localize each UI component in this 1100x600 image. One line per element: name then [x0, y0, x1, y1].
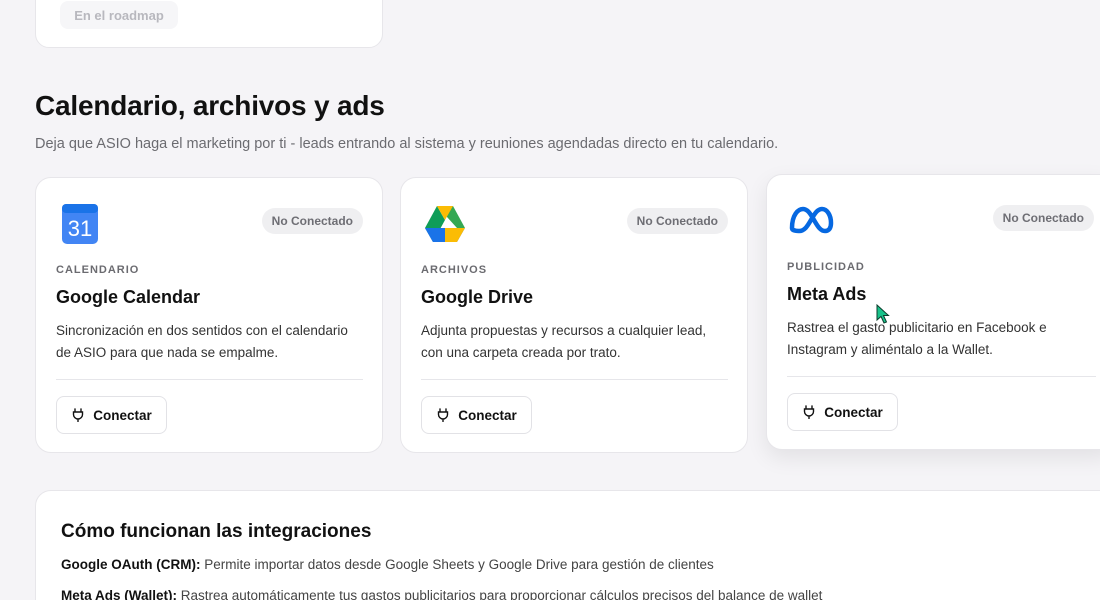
roadmap-card: En el roadmap — [35, 0, 383, 48]
section-title: Calendario, archivos y ads — [35, 90, 385, 121]
status-badge: No Conectado — [992, 205, 1094, 231]
info-line-google-oauth: Google OAuth (CRM): Permite importar dat… — [61, 557, 714, 572]
card-title: Meta Ads — [787, 284, 867, 304]
connect-google-calendar-button[interactable]: Conectar — [56, 396, 167, 434]
card-description: Rastrea el gasto publicitario en Faceboo… — [787, 320, 1047, 357]
integrations-info-card: Cómo funcionan las integraciones Google … — [35, 490, 1100, 600]
info-line-text: Permite importar datos desde Google Shee… — [200, 557, 714, 572]
connect-label: Conectar — [93, 407, 152, 423]
card-title: Google Calendar — [56, 287, 201, 307]
connect-meta-ads-button[interactable]: Conectar — [787, 393, 898, 431]
integration-card-google-calendar: 31 No Conectado CALENDARIO Google Calend… — [35, 177, 383, 453]
info-line-text: Rastrea automáticamente tus gastos publi… — [177, 588, 823, 600]
card-category: ARCHIVOS — [421, 264, 488, 276]
plug-icon — [804, 405, 815, 419]
connect-google-drive-button[interactable]: Conectar — [421, 396, 532, 434]
info-title: Cómo funcionan las integraciones — [61, 521, 372, 542]
google-calendar-icon: 31 — [62, 204, 98, 244]
card-divider — [421, 379, 728, 380]
mouse-cursor-icon — [876, 304, 890, 324]
card-description: Adjunta propuestas y recursos a cualquie… — [421, 323, 707, 360]
card-description: Sincronización en dos sentidos con el ca… — [56, 323, 348, 360]
card-divider — [787, 376, 1096, 377]
section-subtitle: Deja que ASIO haga el marketing por ti -… — [35, 136, 779, 152]
calendar-day-number: 31 — [68, 216, 92, 241]
meta-icon — [789, 206, 834, 234]
card-title: Google Drive — [421, 287, 534, 307]
card-divider — [56, 379, 363, 380]
plug-icon — [73, 408, 84, 422]
integrations-page: En el roadmap Calendario, archivos y ads… — [0, 0, 1100, 600]
plug-icon — [438, 408, 449, 422]
integration-card-google-drive: No Conectado ARCHIVOS Google Drive Adjun… — [400, 177, 748, 453]
info-line-label: Google OAuth (CRM): — [61, 557, 201, 572]
integration-card-meta-ads: No Conectado PUBLICIDAD Meta Ads Rastrea… — [766, 174, 1100, 450]
card-category: PUBLICIDAD — [787, 261, 865, 273]
info-line-meta-ads: Meta Ads (Wallet): Rastrea automáticamen… — [61, 588, 822, 600]
connect-label: Conectar — [458, 407, 517, 423]
info-line-label: Meta Ads (Wallet): — [61, 588, 178, 600]
status-badge: No Conectado — [626, 208, 728, 234]
connect-label: Conectar — [824, 404, 883, 420]
card-category: CALENDARIO — [56, 264, 140, 276]
status-badge: No Conectado — [261, 208, 363, 234]
google-drive-icon — [425, 206, 465, 242]
roadmap-badge: En el roadmap — [60, 1, 178, 29]
